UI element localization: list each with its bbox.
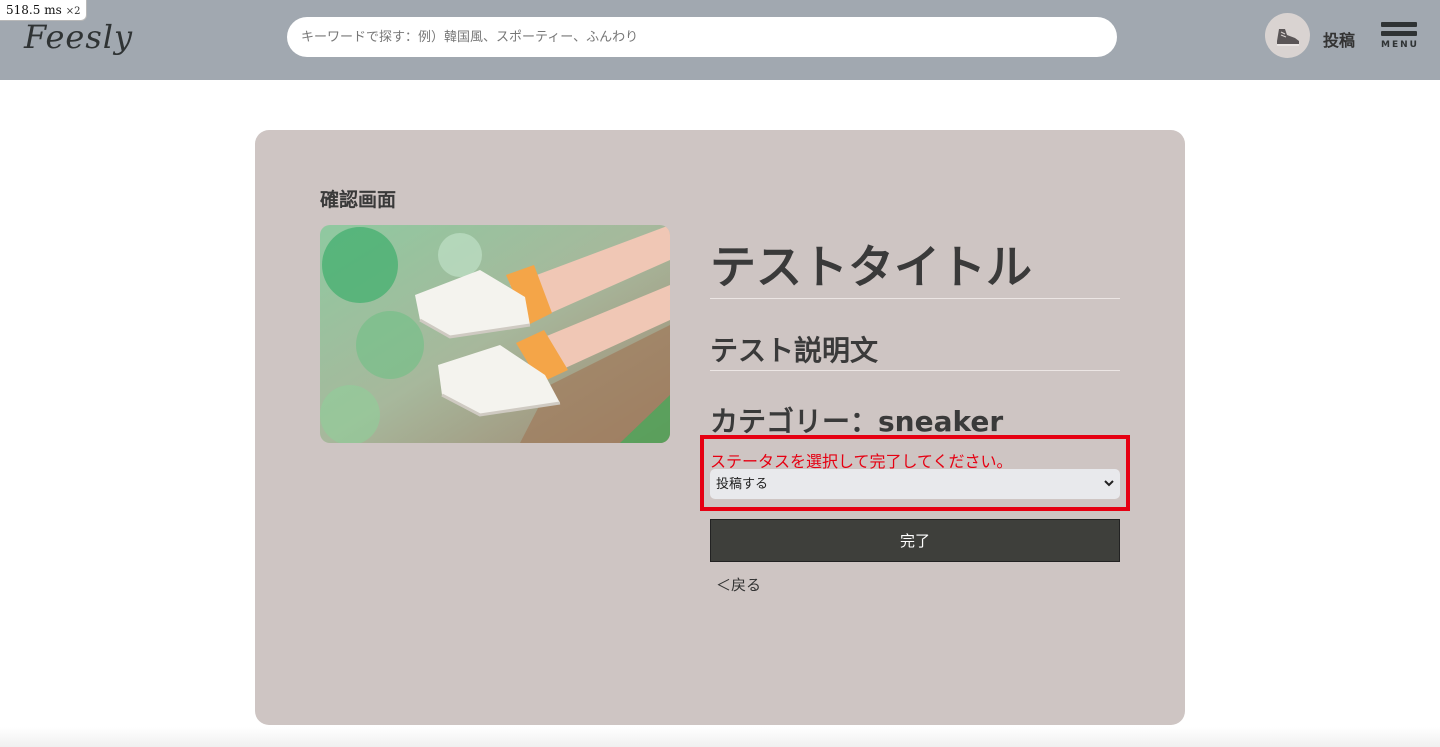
status-select[interactable]: 投稿する [710,469,1120,499]
page-bottom-fade [0,727,1440,747]
divider [710,298,1120,299]
perf-unit: ms [44,3,62,17]
page-title: 確認画面 [320,189,397,211]
menu-bar-icon [1381,31,1417,36]
post-category: カテゴリー：sneaker [710,405,1004,438]
site-logo[interactable]: Feesly [24,18,133,56]
menu-button[interactable]: MENU [1381,22,1419,60]
confirm-card: 確認画面 テストタイトル テスト説明文 カテゴリー：sneaker [255,130,1185,725]
post-title: テストタイトル [710,240,1032,294]
performance-badge: 518.5 ms ×2 [0,0,88,21]
sneakers-photo [320,225,670,443]
search-input[interactable] [287,17,1117,57]
sneaker-avatar-icon [1277,29,1299,46]
menu-label: MENU [1381,40,1419,50]
site-header: Feesly 投稿 MENU [0,0,1440,80]
perf-multiplier: ×2 [65,6,81,17]
divider [710,370,1120,371]
menu-bar-icon [1381,22,1417,27]
perf-value: 518.5 [6,3,41,17]
post-description: テスト説明文 [710,334,879,367]
complete-button[interactable]: 完了 [710,519,1120,562]
user-avatar[interactable] [1265,13,1310,58]
post-link[interactable]: 投稿 [1323,27,1355,51]
post-image [320,225,670,443]
back-link[interactable]: ＜戻る [716,574,761,595]
